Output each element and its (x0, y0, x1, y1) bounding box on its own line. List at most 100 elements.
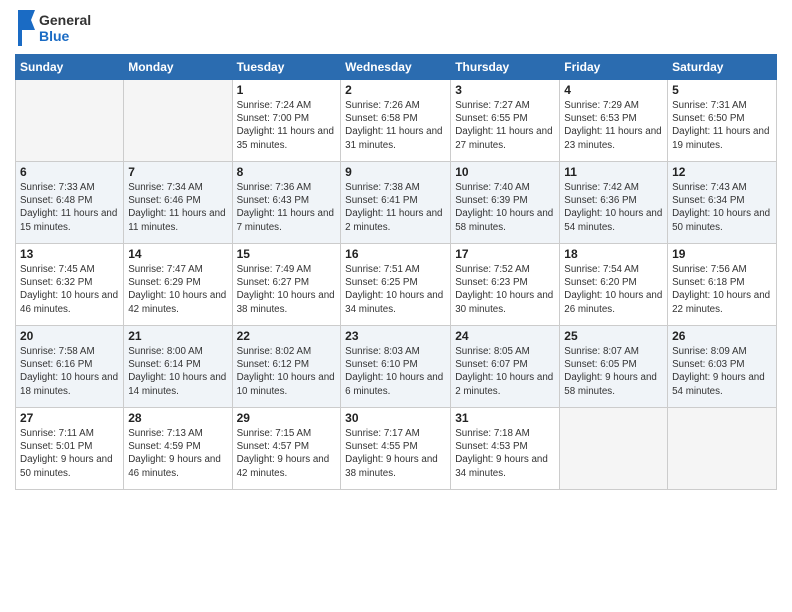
header-friday: Friday (560, 55, 668, 80)
logo: General Blue (15, 10, 91, 46)
day-info: Sunrise: 7:58 AM Sunset: 6:16 PM Dayligh… (20, 345, 119, 398)
calendar-cell: 25 Sunrise: 8:07 AM Sunset: 6:05 PM Dayli… (560, 326, 668, 408)
calendar-cell: 26Sunrise: 8:09 AM Sunset: 6:03 PM Dayli… (668, 326, 777, 408)
day-info: Sunrise: 7:49 AM Sunset: 6:27 PM Dayligh… (237, 263, 337, 316)
calendar-cell: 7 Sunrise: 7:34 AM Sunset: 6:46 PM Daylig… (124, 162, 232, 244)
day-info: Sunrise: 7:38 AM Sunset: 6:41 PM Dayligh… (345, 181, 446, 234)
day-number: 22 (237, 329, 337, 343)
calendar-cell: 17 Sunrise: 7:52 AM Sunset: 6:23 PM Dayli… (451, 244, 560, 326)
calendar-cell (560, 408, 668, 490)
calendar-cell: 2Sunrise: 7:26 AM Sunset: 6:58 PM Daylig… (341, 80, 451, 162)
calendar-cell: 30 Sunrise: 7:17 AM Sunset: 4:55 PM Dayli… (341, 408, 451, 490)
day-number: 20 (20, 329, 119, 343)
calendar-cell: 6Sunrise: 7:33 AM Sunset: 6:48 PM Daylig… (16, 162, 124, 244)
calendar-cell (16, 80, 124, 162)
day-number: 17 (455, 247, 555, 261)
day-number: 25 (564, 329, 663, 343)
day-info: Sunrise: 7:13 AM Sunset: 4:59 PM Dayligh… (128, 427, 227, 480)
calendar-cell: 3 Sunrise: 7:27 AM Sunset: 6:55 PM Daylig… (451, 80, 560, 162)
header-wednesday: Wednesday (341, 55, 451, 80)
calendar-cell: 14Sunrise: 7:47 AM Sunset: 6:29 PM Dayli… (124, 244, 232, 326)
calendar-cell: 1 Sunrise: 7:24 AM Sunset: 7:00 PM Daylig… (232, 80, 341, 162)
calendar-week-row: 1 Sunrise: 7:24 AM Sunset: 7:00 PM Daylig… (16, 80, 777, 162)
calendar-cell: 16Sunrise: 7:51 AM Sunset: 6:25 PM Dayli… (341, 244, 451, 326)
day-number: 30 (345, 411, 446, 425)
calendar-week-row: 6Sunrise: 7:33 AM Sunset: 6:48 PM Daylig… (16, 162, 777, 244)
calendar-cell: 5Sunrise: 7:31 AM Sunset: 6:50 PM Daylig… (668, 80, 777, 162)
day-number: 13 (20, 247, 119, 261)
day-info: Sunrise: 7:29 AM Sunset: 6:53 PM Dayligh… (564, 99, 663, 152)
day-number: 19 (672, 247, 772, 261)
day-info: Sunrise: 7:52 AM Sunset: 6:23 PM Dayligh… (455, 263, 555, 316)
calendar-cell: 27 Sunrise: 7:11 AM Sunset: 5:01 PM Dayli… (16, 408, 124, 490)
day-info: Sunrise: 7:54 AM Sunset: 6:20 PM Dayligh… (564, 263, 663, 316)
calendar-cell: 15Sunrise: 7:49 AM Sunset: 6:27 PM Dayli… (232, 244, 341, 326)
day-info: Sunrise: 8:02 AM Sunset: 6:12 PM Dayligh… (237, 345, 337, 398)
day-info: Sunrise: 7:27 AM Sunset: 6:55 PM Dayligh… (455, 99, 555, 152)
day-number: 27 (20, 411, 119, 425)
calendar-cell (668, 408, 777, 490)
header-saturday: Saturday (668, 55, 777, 80)
calendar-table: Sunday Monday Tuesday Wednesday Thursday… (15, 54, 777, 490)
day-info: Sunrise: 7:34 AM Sunset: 6:46 PM Dayligh… (128, 181, 227, 234)
calendar-week-row: 27 Sunrise: 7:11 AM Sunset: 5:01 PM Dayli… (16, 408, 777, 490)
calendar-cell: 31Sunrise: 7:18 AM Sunset: 4:53 PM Dayli… (451, 408, 560, 490)
calendar-cell: 8 Sunrise: 7:36 AM Sunset: 6:43 PM Daylig… (232, 162, 341, 244)
day-info: Sunrise: 7:42 AM Sunset: 6:36 PM Dayligh… (564, 181, 663, 234)
day-info: Sunrise: 7:45 AM Sunset: 6:32 PM Dayligh… (20, 263, 119, 316)
day-info: Sunrise: 7:47 AM Sunset: 6:29 PM Dayligh… (128, 263, 227, 316)
day-info: Sunrise: 8:03 AM Sunset: 6:10 PM Dayligh… (345, 345, 446, 398)
calendar-cell: 24 Sunrise: 8:05 AM Sunset: 6:07 PM Dayli… (451, 326, 560, 408)
header-sunday: Sunday (16, 55, 124, 80)
calendar-cell (124, 80, 232, 162)
calendar-cell: 10Sunrise: 7:40 AM Sunset: 6:39 PM Dayli… (451, 162, 560, 244)
day-number: 1 (237, 83, 337, 97)
day-info: Sunrise: 8:07 AM Sunset: 6:05 PM Dayligh… (564, 345, 663, 398)
calendar-cell: 11 Sunrise: 7:42 AM Sunset: 6:36 PM Dayli… (560, 162, 668, 244)
day-info: Sunrise: 7:36 AM Sunset: 6:43 PM Dayligh… (237, 181, 337, 234)
day-info: Sunrise: 7:15 AM Sunset: 4:57 PM Dayligh… (237, 427, 337, 480)
calendar-cell: 29 Sunrise: 7:15 AM Sunset: 4:57 PM Dayli… (232, 408, 341, 490)
header-thursday: Thursday (451, 55, 560, 80)
calendar-cell: 9 Sunrise: 7:38 AM Sunset: 6:41 PM Daylig… (341, 162, 451, 244)
day-number: 24 (455, 329, 555, 343)
calendar-cell: 20 Sunrise: 7:58 AM Sunset: 6:16 PM Dayli… (16, 326, 124, 408)
page-container: General Blue Sunday Monday Tuesday Wedne… (0, 0, 792, 495)
day-info: Sunrise: 7:17 AM Sunset: 4:55 PM Dayligh… (345, 427, 446, 480)
day-info: Sunrise: 7:40 AM Sunset: 6:39 PM Dayligh… (455, 181, 555, 234)
day-number: 7 (128, 165, 227, 179)
day-number: 5 (672, 83, 772, 97)
day-info: Sunrise: 7:11 AM Sunset: 5:01 PM Dayligh… (20, 427, 119, 480)
logo-blue-text: Blue (39, 28, 91, 44)
day-number: 31 (455, 411, 555, 425)
day-number: 23 (345, 329, 446, 343)
day-number: 26 (672, 329, 772, 343)
calendar-cell: 28Sunrise: 7:13 AM Sunset: 4:59 PM Dayli… (124, 408, 232, 490)
calendar-week-row: 13 Sunrise: 7:45 AM Sunset: 6:32 PM Dayli… (16, 244, 777, 326)
day-number: 29 (237, 411, 337, 425)
calendar-cell: 13 Sunrise: 7:45 AM Sunset: 6:32 PM Dayli… (16, 244, 124, 326)
day-info: Sunrise: 7:56 AM Sunset: 6:18 PM Dayligh… (672, 263, 772, 316)
calendar-cell: 21Sunrise: 8:00 AM Sunset: 6:14 PM Dayli… (124, 326, 232, 408)
header-monday: Monday (124, 55, 232, 80)
day-number: 3 (455, 83, 555, 97)
calendar-body: 1 Sunrise: 7:24 AM Sunset: 7:00 PM Daylig… (16, 80, 777, 490)
day-number: 9 (345, 165, 446, 179)
day-number: 11 (564, 165, 663, 179)
calendar-cell: 22 Sunrise: 8:02 AM Sunset: 6:12 PM Dayli… (232, 326, 341, 408)
day-info: Sunrise: 8:05 AM Sunset: 6:07 PM Dayligh… (455, 345, 555, 398)
logo-flag-icon (15, 10, 37, 46)
calendar-cell: 23 Sunrise: 8:03 AM Sunset: 6:10 PM Dayli… (341, 326, 451, 408)
day-number: 18 (564, 247, 663, 261)
day-info: Sunrise: 7:33 AM Sunset: 6:48 PM Dayligh… (20, 181, 119, 234)
day-number: 2 (345, 83, 446, 97)
logo-general-text: General (39, 12, 91, 28)
day-info: Sunrise: 7:24 AM Sunset: 7:00 PM Dayligh… (237, 99, 337, 152)
calendar-cell: 4 Sunrise: 7:29 AM Sunset: 6:53 PM Daylig… (560, 80, 668, 162)
day-info: Sunrise: 8:00 AM Sunset: 6:14 PM Dayligh… (128, 345, 227, 398)
calendar-cell: 18 Sunrise: 7:54 AM Sunset: 6:20 PM Dayli… (560, 244, 668, 326)
day-info: Sunrise: 7:51 AM Sunset: 6:25 PM Dayligh… (345, 263, 446, 316)
day-number: 8 (237, 165, 337, 179)
day-number: 4 (564, 83, 663, 97)
calendar-header: Sunday Monday Tuesday Wednesday Thursday… (16, 55, 777, 80)
